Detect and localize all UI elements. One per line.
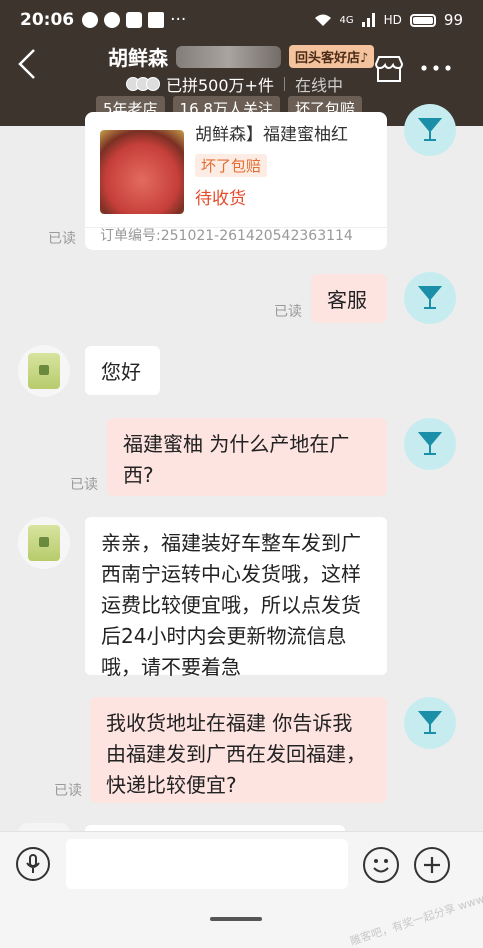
product-tag: 坏了包赔 xyxy=(195,154,268,177)
cup-icon xyxy=(418,118,442,141)
message-input[interactable] xyxy=(66,839,348,889)
online-status: 在线中 xyxy=(294,76,343,95)
sold-count: 已拼500万+件 xyxy=(166,76,274,95)
read-receipt: 已读 xyxy=(48,231,76,247)
message-bubble-sent[interactable]: 福建蜜柚 为什么产地在广西? xyxy=(107,418,387,496)
cup-icon xyxy=(418,286,442,309)
back-arrow-icon xyxy=(18,49,35,79)
chat-header: 20:06 ··· 4G HD 99 胡鲜森 回头客好店♪ 已拼500万+件 在… xyxy=(0,0,483,126)
my-avatar[interactable] xyxy=(404,418,456,470)
message-bubble-sent[interactable]: 我收货地址在福建 你告诉我由福建发到广西在发回福建，快递比较便宜? xyxy=(90,697,387,803)
message-bubble-sent[interactable]: 客服 xyxy=(311,274,387,323)
seller-avatar[interactable] xyxy=(18,345,70,397)
store-icon[interactable] xyxy=(372,54,406,84)
my-avatar[interactable] xyxy=(404,104,456,156)
microphone-icon xyxy=(26,854,40,873)
input-bar: 雕客吧，有奖一起分享 www.zuanke8.com xyxy=(0,831,483,948)
product-image xyxy=(100,130,184,214)
store-title-row[interactable]: 胡鲜森 回头客好店♪ xyxy=(108,42,375,71)
order-card[interactable]: 胡鲜森】福建蜜柚红 坏了包赔 待收货 订单编号:251021-261420542… xyxy=(85,112,387,250)
returning-customer-tag: 回头客好店♪ xyxy=(289,45,375,68)
home-indicator[interactable] xyxy=(210,917,262,921)
emoji-button[interactable] xyxy=(363,847,399,883)
order-number: 订单编号:251021-261420542363114 xyxy=(100,228,353,244)
wifi-icon xyxy=(314,14,331,26)
product-title: 胡鲜森】福建蜜柚红 xyxy=(195,125,348,145)
chat-notification-icon xyxy=(82,12,99,28)
message-bubble-received[interactable]: 您好 xyxy=(85,346,160,395)
read-receipt: 已读 xyxy=(274,304,302,320)
more-actions-button[interactable] xyxy=(414,847,450,883)
hd-label: HD xyxy=(383,13,402,27)
message-notification-icon xyxy=(104,12,121,28)
store-name: 胡鲜森 xyxy=(108,46,168,70)
store-subtitle: 已拼500万+件 在线中 xyxy=(126,72,343,96)
voice-input-button[interactable] xyxy=(16,847,50,881)
more-notifications-icon: ··· xyxy=(170,10,187,30)
read-receipt: 已读 xyxy=(54,783,82,799)
battery-level: 99 xyxy=(443,11,463,29)
status-time: 20:06 xyxy=(20,10,75,30)
notification-icons: ··· xyxy=(82,10,186,30)
signal-icon xyxy=(361,13,375,27)
seller-avatar[interactable] xyxy=(18,517,70,569)
cup-icon xyxy=(418,432,442,455)
message-bubble-received[interactable]: 亲亲，福建装好车整车发到广西南宁运转中心发货哦，这样运费比较便宜哦，所以点发货后… xyxy=(85,517,387,679)
my-avatar[interactable] xyxy=(404,697,456,749)
read-receipt: 已读 xyxy=(70,477,98,493)
blurred-name xyxy=(176,45,281,68)
cup-icon xyxy=(418,711,442,734)
buyer-avatar xyxy=(146,77,160,91)
order-status: 待收货 xyxy=(195,189,246,209)
battery-icon xyxy=(409,13,436,27)
emoji-icon xyxy=(373,859,389,873)
back-button[interactable] xyxy=(12,44,44,84)
divider xyxy=(283,77,285,91)
more-options-icon[interactable] xyxy=(418,54,458,84)
plus-icon xyxy=(424,857,440,873)
app-notification-icon xyxy=(126,12,143,28)
network-label: 4G xyxy=(339,14,354,26)
system-status: 4G HD 99 xyxy=(314,11,463,29)
mail-notification-icon xyxy=(148,12,165,28)
status-bar: 20:06 ··· 4G HD 99 xyxy=(0,0,483,40)
buyer-avatars xyxy=(126,77,160,91)
my-avatar[interactable] xyxy=(404,272,456,324)
